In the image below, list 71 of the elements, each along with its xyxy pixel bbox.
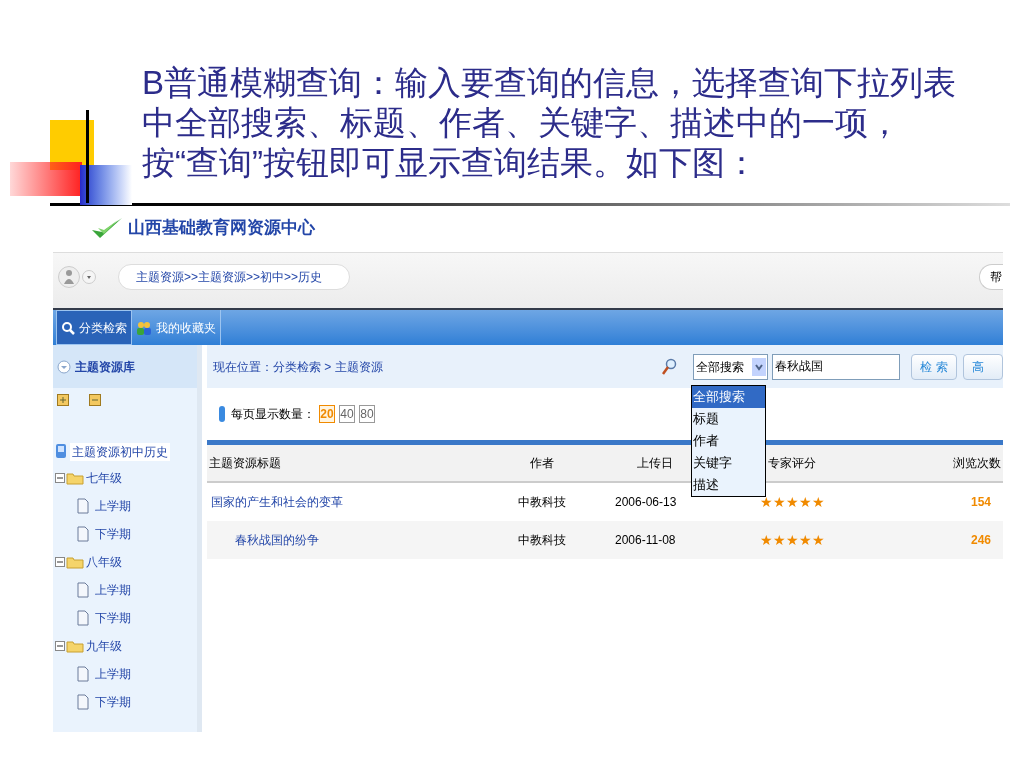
search-scope-select[interactable]: 全部搜索 [693, 353, 768, 380]
star-icon: ★ [759, 495, 773, 509]
site-logo-text: 山西基础教育网资源中心 [128, 217, 315, 240]
page-icon [77, 526, 89, 542]
folder-icon [66, 639, 84, 653]
star-icon: ★ [798, 495, 812, 509]
dropdown-option[interactable]: 标题 [692, 408, 765, 430]
table-cell-text: 2006-11-08 [614, 532, 677, 549]
folder-icon [66, 471, 84, 485]
search-button[interactable]: 高 [963, 353, 1003, 380]
star-icon: ★ [759, 533, 773, 547]
dropdown-option[interactable]: 作者 [692, 430, 765, 452]
table-cell-text: 246 [969, 532, 992, 549]
table-cell-text: 2006-06-13 [614, 494, 678, 511]
column-header: 主题资源标题 [209, 456, 281, 470]
dropdown-option[interactable]: 描述 [692, 474, 765, 496]
star-icon: ★ [811, 533, 825, 547]
location-text: 现在位置：分类检索 > 主题资源 [213, 358, 384, 376]
resource-link[interactable]: 国家的产生和社会的变革 [211, 495, 343, 509]
page-icon [77, 582, 89, 598]
star-icon: ★ [811, 495, 825, 509]
table-cell-text: 中教科技 [517, 532, 567, 549]
people-icon [136, 320, 152, 335]
folder-icon [66, 555, 84, 569]
star-icon: ★ [785, 533, 799, 547]
column-header: 上传日 [637, 456, 673, 470]
column-header: 作者 [530, 456, 554, 470]
collapse-all-icon [89, 394, 101, 406]
tree-root-label[interactable]: 主题资源初中历史 [70, 443, 170, 461]
help-button[interactable]: 帮 [979, 263, 1003, 290]
tree-item[interactable]: 下学期 [95, 525, 131, 543]
table-cell-text: 中教科技 [517, 494, 567, 511]
star-icon: ★ [772, 495, 786, 509]
column-header: 专家评分 [768, 456, 816, 470]
collapse-circle-icon [57, 359, 71, 374]
capsule-icon [219, 406, 225, 422]
star-icon: ★ [785, 495, 799, 509]
sidebar-title: 主题资源库 [75, 358, 135, 376]
tree-item[interactable]: 七年级 [86, 469, 122, 487]
page-icon [77, 610, 89, 626]
tree-item[interactable]: 下学期 [95, 609, 131, 627]
dropdown-option[interactable]: 全部搜索 [692, 386, 765, 408]
tree-item[interactable]: 上学期 [95, 581, 131, 599]
breadcrumb-field[interactable]: 主题资源>>主题资源>>初中>>历史 [118, 263, 350, 290]
slide-text: B普通模糊查询：输入要查询的信息，选择查询下拉列表中全部搜索、标题、作者、关键字、描述中的一项，按“查询”按钮即可显示查询结果。如下图： [142, 63, 957, 183]
resource-link[interactable]: 春秋战国的纷争 [235, 533, 319, 547]
magnifier-icon [661, 357, 677, 376]
page-size-option[interactable]: 40 [339, 405, 355, 423]
column-header: 浏览次数 [953, 456, 1001, 470]
search-button[interactable]: 检 索 [911, 353, 957, 380]
search-field[interactable]: 春秋战国 [772, 353, 900, 380]
table-cell-text: 154 [969, 494, 992, 511]
search-icon [61, 320, 75, 335]
star-icon: ★ [798, 533, 812, 547]
tree-item[interactable]: 下学期 [95, 693, 131, 711]
tree-item[interactable]: 上学期 [95, 665, 131, 683]
page-size-option[interactable]: 80 [359, 405, 375, 423]
expand-all-icon [57, 394, 69, 406]
dropdown-option[interactable]: 关键字 [692, 452, 765, 474]
dropdown-list[interactable]: 全部搜索 标题 作者 关键字 描述 [691, 385, 766, 497]
tree-item[interactable]: 上学期 [95, 497, 131, 515]
page-icon [77, 694, 89, 710]
user-icon [58, 265, 80, 288]
page-icon [77, 666, 89, 682]
star-icon: ★ [772, 533, 786, 547]
page-icon [77, 498, 89, 514]
nav-tab[interactable]: 分类检索 [56, 310, 132, 345]
computer-icon [55, 443, 67, 461]
page-size-label: 每页显示数量： [231, 406, 315, 423]
tree-item[interactable]: 八年级 [86, 553, 122, 571]
tree-item[interactable]: 九年级 [86, 637, 122, 655]
